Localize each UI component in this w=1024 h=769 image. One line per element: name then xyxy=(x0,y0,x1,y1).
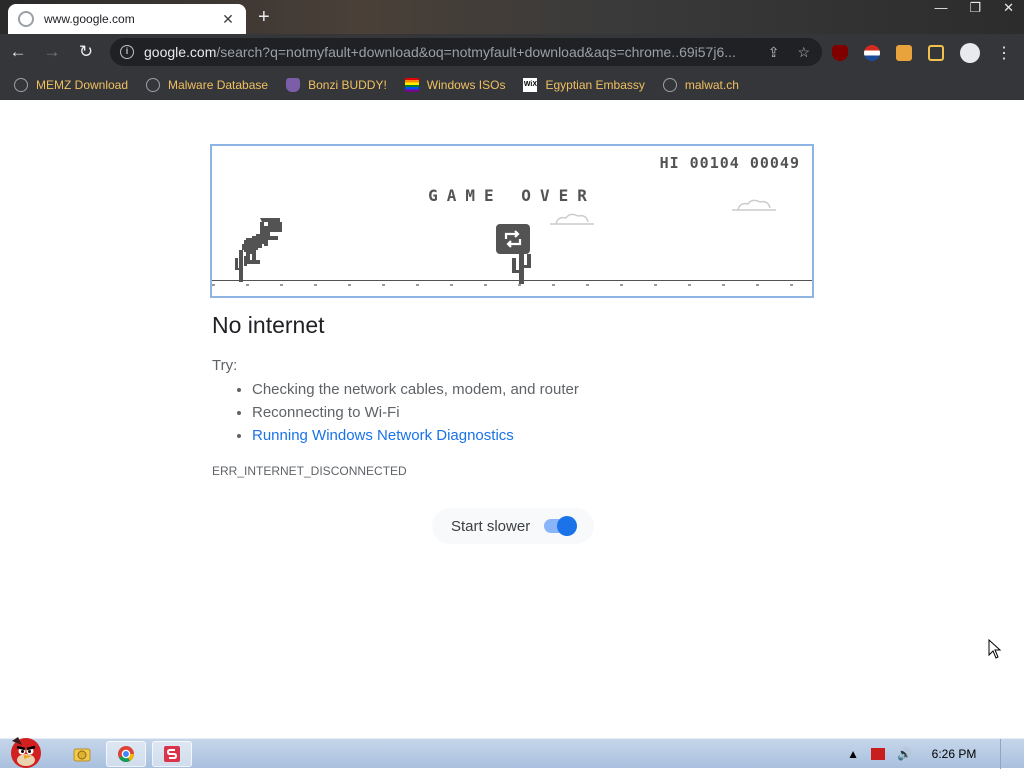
extensions-puzzle-icon[interactable] xyxy=(896,45,912,61)
globe-icon xyxy=(146,78,161,92)
suggestions-list: Checking the network cables, modem, and … xyxy=(252,381,579,450)
list-item: Running Windows Network Diagnostics xyxy=(252,427,579,450)
taskbar: ▲ 🔊 6:26 PM xyxy=(0,737,1024,769)
volume-icon[interactable]: 🔊 xyxy=(897,747,912,761)
clock[interactable]: 6:26 PM xyxy=(924,747,984,761)
bookmark-malware-database[interactable]: Malware Database xyxy=(146,78,268,92)
dino-game-canvas[interactable]: HI 00104 00049 GAME OVER xyxy=(210,144,814,298)
address-bar[interactable]: i google.com/search?q=notmyfault+downloa… xyxy=(110,38,822,66)
folder-icon xyxy=(73,748,91,762)
bookmark-label: malwat.ch xyxy=(684,78,739,92)
forward-button[interactable]: → xyxy=(36,42,68,62)
url-host: google.com xyxy=(144,44,217,60)
maximize-button[interactable]: ❐ xyxy=(969,0,981,16)
show-desktop-button[interactable] xyxy=(1000,739,1010,769)
tab-favicon-icon xyxy=(18,11,34,27)
bookmark-bonzi-buddy[interactable]: Bonzi BUDDY! xyxy=(286,78,387,92)
game-score: HI 00104 00049 xyxy=(659,154,800,172)
flag-extension-icon[interactable] xyxy=(864,45,880,61)
ground-line xyxy=(212,280,812,281)
bookmark-label: MEMZ Download xyxy=(36,78,129,92)
error-code: ERR_INTERNET_DISCONNECTED xyxy=(212,464,407,478)
bookmarks-bar: MEMZ Download Malware Database Bonzi BUD… xyxy=(0,70,1024,100)
side-panel-icon[interactable] xyxy=(928,45,944,61)
extensions-area: ⋮ xyxy=(832,43,1012,63)
url-path: /search?q=notmyfault+download&oq=notmyfa… xyxy=(216,44,736,60)
title-bar: www.google.com ✕ + — ❐ ✕ xyxy=(0,0,1024,34)
red-s-app-icon xyxy=(164,746,180,762)
new-tab-button[interactable]: + xyxy=(258,6,270,29)
game-over-text: GAME OVER xyxy=(428,186,596,205)
globe-icon xyxy=(14,78,28,92)
site-info-icon[interactable]: i xyxy=(120,45,134,59)
window-controls: — ❐ ✕ xyxy=(934,0,1014,16)
show-hidden-icons-button[interactable]: ▲ xyxy=(847,747,859,761)
list-item: Checking the network cables, modem, and … xyxy=(252,381,579,404)
restart-button[interactable] xyxy=(496,224,530,254)
cactus-icon xyxy=(235,250,247,282)
start-slower-toggle[interactable]: Start slower xyxy=(432,508,594,544)
list-item: Reconnecting to Wi-Fi xyxy=(252,404,579,427)
minimize-button[interactable]: — xyxy=(934,0,947,16)
toggle-label: Start slower xyxy=(451,517,531,535)
bookmark-label: Malware Database xyxy=(168,78,269,92)
profile-avatar-icon[interactable] xyxy=(960,43,980,63)
back-button[interactable]: ← xyxy=(2,42,34,62)
cactus-icon xyxy=(512,250,531,284)
tab-close-icon[interactable]: ✕ xyxy=(220,11,236,28)
start-button-bird-icon[interactable] xyxy=(4,731,48,769)
reload-button[interactable]: ↻ xyxy=(70,42,102,62)
wix-icon: WiX xyxy=(523,78,538,92)
taskbar-app-s[interactable] xyxy=(152,741,192,767)
cloud-icon xyxy=(732,199,776,211)
bookmark-malwatch[interactable]: malwat.ch xyxy=(662,78,739,92)
globe-icon xyxy=(662,78,677,92)
action-center-flag-icon[interactable] xyxy=(871,748,886,760)
chrome-icon xyxy=(118,746,134,762)
ublock-icon[interactable] xyxy=(832,45,848,61)
tab-title: www.google.com xyxy=(44,12,135,26)
ground-texture xyxy=(212,284,812,286)
bookmark-star-icon[interactable]: ☆ xyxy=(797,44,810,61)
network-diagnostics-link[interactable]: Running Windows Network Diagnostics xyxy=(252,427,514,444)
bookmark-label: Egyptian Embassy xyxy=(545,78,645,92)
mouse-cursor-icon xyxy=(988,639,1002,659)
bonzi-icon xyxy=(286,78,301,92)
cloud-icon xyxy=(550,213,594,225)
restart-icon xyxy=(504,230,522,248)
bookmark-windows-isos[interactable]: Windows ISOs xyxy=(404,78,506,92)
chrome-menu-icon[interactable]: ⋮ xyxy=(996,43,1012,63)
bookmark-egyptian-embassy[interactable]: WiX Egyptian Embassy xyxy=(523,78,645,92)
taskbar-explorer[interactable] xyxy=(62,741,102,767)
rainbow-flag-icon xyxy=(404,78,419,92)
error-title: No internet xyxy=(212,312,325,338)
try-label: Try: xyxy=(212,357,238,374)
tab-google[interactable]: www.google.com ✕ xyxy=(8,4,246,34)
system-tray: ▲ 🔊 6:26 PM xyxy=(847,739,1010,769)
toggle-switch[interactable] xyxy=(544,516,577,536)
toolbar: ← → ↻ i google.com/search?q=notmyfault+d… xyxy=(0,34,1024,70)
toggle-knob xyxy=(557,516,577,536)
close-window-button[interactable]: ✕ xyxy=(1003,0,1014,16)
bookmark-label: Windows ISOs xyxy=(426,78,506,92)
bookmark-memz[interactable]: MEMZ Download xyxy=(14,78,128,92)
bookmark-label: Bonzi BUDDY! xyxy=(308,78,387,92)
url-text[interactable]: google.com/search?q=notmyfault+download&… xyxy=(144,44,744,60)
taskbar-chrome[interactable] xyxy=(106,741,146,767)
share-icon[interactable]: ⇪ xyxy=(768,44,780,61)
